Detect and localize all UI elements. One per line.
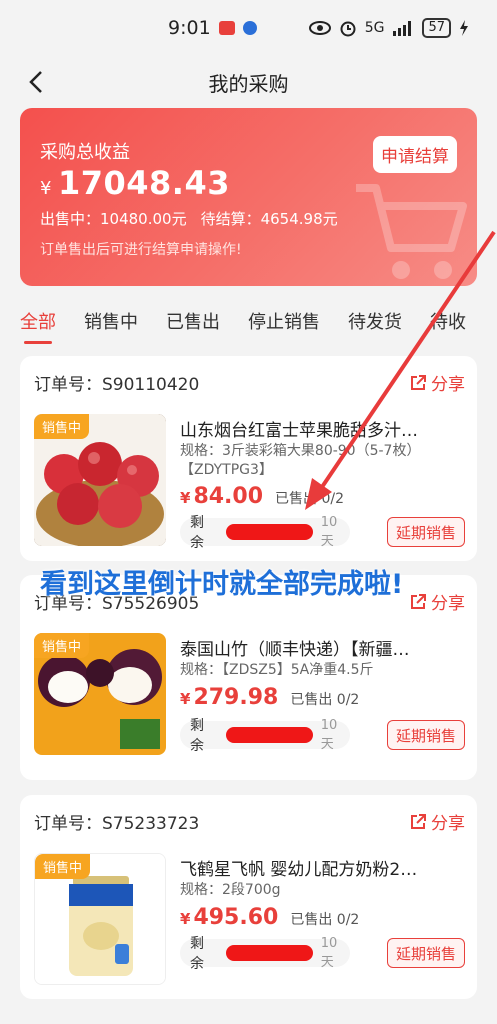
pending-amount: 待结算：4654.98元 (200, 210, 338, 228)
product-name[interactable]: 飞鹤星飞帆 婴幼儿配方奶粉2… (180, 855, 465, 880)
order-card: 订单号：S90110420 分享 销售中 山东烟台红富士苹果脆甜多汁… 规格：3… (20, 356, 477, 561)
order-number-label: 订单号： (34, 375, 102, 395)
order-number-label: 订单号： (34, 814, 102, 834)
share-label: 分享 (431, 814, 465, 834)
earnings-value: 17048.43 (57, 164, 230, 202)
price-value: 84.00 (193, 484, 264, 509)
tab-all[interactable]: 全部 (20, 308, 56, 344)
eye-icon (308, 21, 331, 35)
countdown: 剩余 10天 (180, 515, 350, 551)
earnings-stats: 出售中：10480.00元 待结算：4654.98元 (40, 208, 352, 229)
share-icon (411, 374, 426, 390)
countdown-redaction (225, 727, 313, 743)
status-left: 9:01 (168, 17, 257, 39)
tab-to-receive[interactable]: 待收 (430, 308, 466, 334)
remaining-label: 剩余 (190, 936, 204, 972)
price-value: 279.98 (193, 685, 279, 710)
signal-icon (393, 21, 412, 36)
status-bar: 9:01 5G 57 (0, 0, 497, 56)
sold-count: 已售出 0/2 (290, 692, 360, 708)
alarm-icon (340, 21, 356, 37)
earnings-amount: ¥17048.43 (40, 164, 230, 202)
cart-icon (356, 184, 467, 279)
extend-sale-button[interactable]: 延期销售 (387, 720, 465, 750)
countdown: 剩余 10天 (180, 936, 350, 972)
chevron-left-icon (29, 71, 42, 93)
product-image[interactable]: 销售中 (34, 853, 166, 985)
tab-on-sale[interactable]: 销售中 (84, 308, 138, 334)
network-label: 5G (364, 20, 385, 36)
annotation-text: 看到这里倒计时就全部完成啦! (40, 569, 404, 600)
share-button[interactable]: 分享 (409, 809, 465, 834)
price-value: 495.60 (193, 905, 279, 930)
status-badge: 销售中 (34, 633, 90, 658)
settlement-note: 订单售出后可进行结算申请操作! (40, 242, 242, 258)
back-button[interactable] (20, 66, 52, 98)
order-number: 订单号：S75233723 (34, 809, 199, 834)
tab-to-ship[interactable]: 待发货 (348, 308, 402, 334)
product-image[interactable]: 销售中 (34, 633, 166, 755)
earnings-title: 采购总收益 (40, 142, 130, 163)
charging-icon (460, 20, 468, 36)
status-right: 5G 57 (308, 18, 469, 38)
extend-sale-button[interactable]: 延期销售 (387, 938, 465, 968)
apply-settlement-button[interactable]: 申请结算 (373, 136, 457, 173)
notification-icon (218, 21, 235, 35)
order-card: 订单号：S75526905 分享 销售中 泰国山竹（顺丰快递）【新疆… 规格：【… (20, 575, 477, 780)
order-card: 订单号：S75233723 分享 销售中 飞鹤星飞帆 婴幼儿配方奶粉2… 规格：… (20, 795, 477, 999)
tab-sold[interactable]: 已售出 (166, 308, 220, 334)
product-price: ¥279.98 已售出 0/2 (180, 685, 359, 710)
status-badge: 销售中 (35, 854, 91, 879)
countdown-redaction (225, 945, 313, 961)
product-spec: 规格：【ZDSZ5】5A净重4.5斤 (180, 662, 374, 678)
share-button[interactable]: 分享 (409, 589, 465, 614)
product-name[interactable]: 泰国山竹（顺丰快递）【新疆… (180, 635, 465, 660)
sold-count: 已售出 0/2 (290, 912, 360, 928)
product-image[interactable]: 销售中 (34, 414, 166, 546)
extend-sale-button[interactable]: 延期销售 (387, 517, 465, 547)
currency-symbol: ¥ (40, 178, 52, 199)
order-tabs: 全部 销售中 已售出 停止销售 待发货 待收 (0, 296, 497, 346)
earnings-banner: 采购总收益 ¥17048.43 出售中：10480.00元 待结算：4654.98… (20, 108, 477, 286)
countdown-redaction (225, 524, 313, 540)
sold-count: 已售出 0/2 (275, 491, 345, 507)
product-spec: 规格：3斤装彩箱大果80-90（5-7枚）【ZDYTPG3】 (180, 443, 421, 478)
app-icon (242, 21, 257, 35)
share-label: 分享 (431, 594, 465, 614)
tab-stopped[interactable]: 停止销售 (248, 308, 320, 334)
product-spec: 规格：2段700g (180, 882, 281, 898)
page-title: 我的采购 (208, 71, 289, 96)
on-sale-amount: 出售中：10480.00元 (40, 210, 187, 228)
nav-bar: 我的采购 (0, 56, 497, 108)
share-label: 分享 (431, 375, 465, 395)
order-number: 订单号：S90110420 (34, 370, 199, 395)
remaining-days: 10天 (320, 515, 338, 549)
product-price: ¥84.00 已售出 0/2 (180, 484, 344, 509)
product-name[interactable]: 山东烟台红富士苹果脆甜多汁… (180, 416, 465, 441)
order-number-value: S90110420 (102, 375, 200, 395)
battery-indicator: 57 (422, 18, 451, 38)
remaining-label: 剩余 (190, 718, 204, 754)
price-currency: ¥ (180, 910, 191, 928)
share-icon (411, 813, 426, 829)
remaining-days: 10天 (320, 718, 338, 752)
order-number-value: S75233723 (102, 814, 200, 834)
price-currency: ¥ (180, 489, 191, 507)
share-icon (411, 593, 426, 609)
status-badge: 销售中 (34, 414, 90, 439)
status-time: 9:01 (168, 17, 211, 39)
product-price: ¥495.60 已售出 0/2 (180, 905, 359, 930)
countdown: 剩余 10天 (180, 718, 350, 754)
remaining-label: 剩余 (190, 515, 204, 551)
remaining-days: 10天 (320, 936, 338, 970)
share-button[interactable]: 分享 (409, 370, 465, 395)
price-currency: ¥ (180, 690, 191, 708)
